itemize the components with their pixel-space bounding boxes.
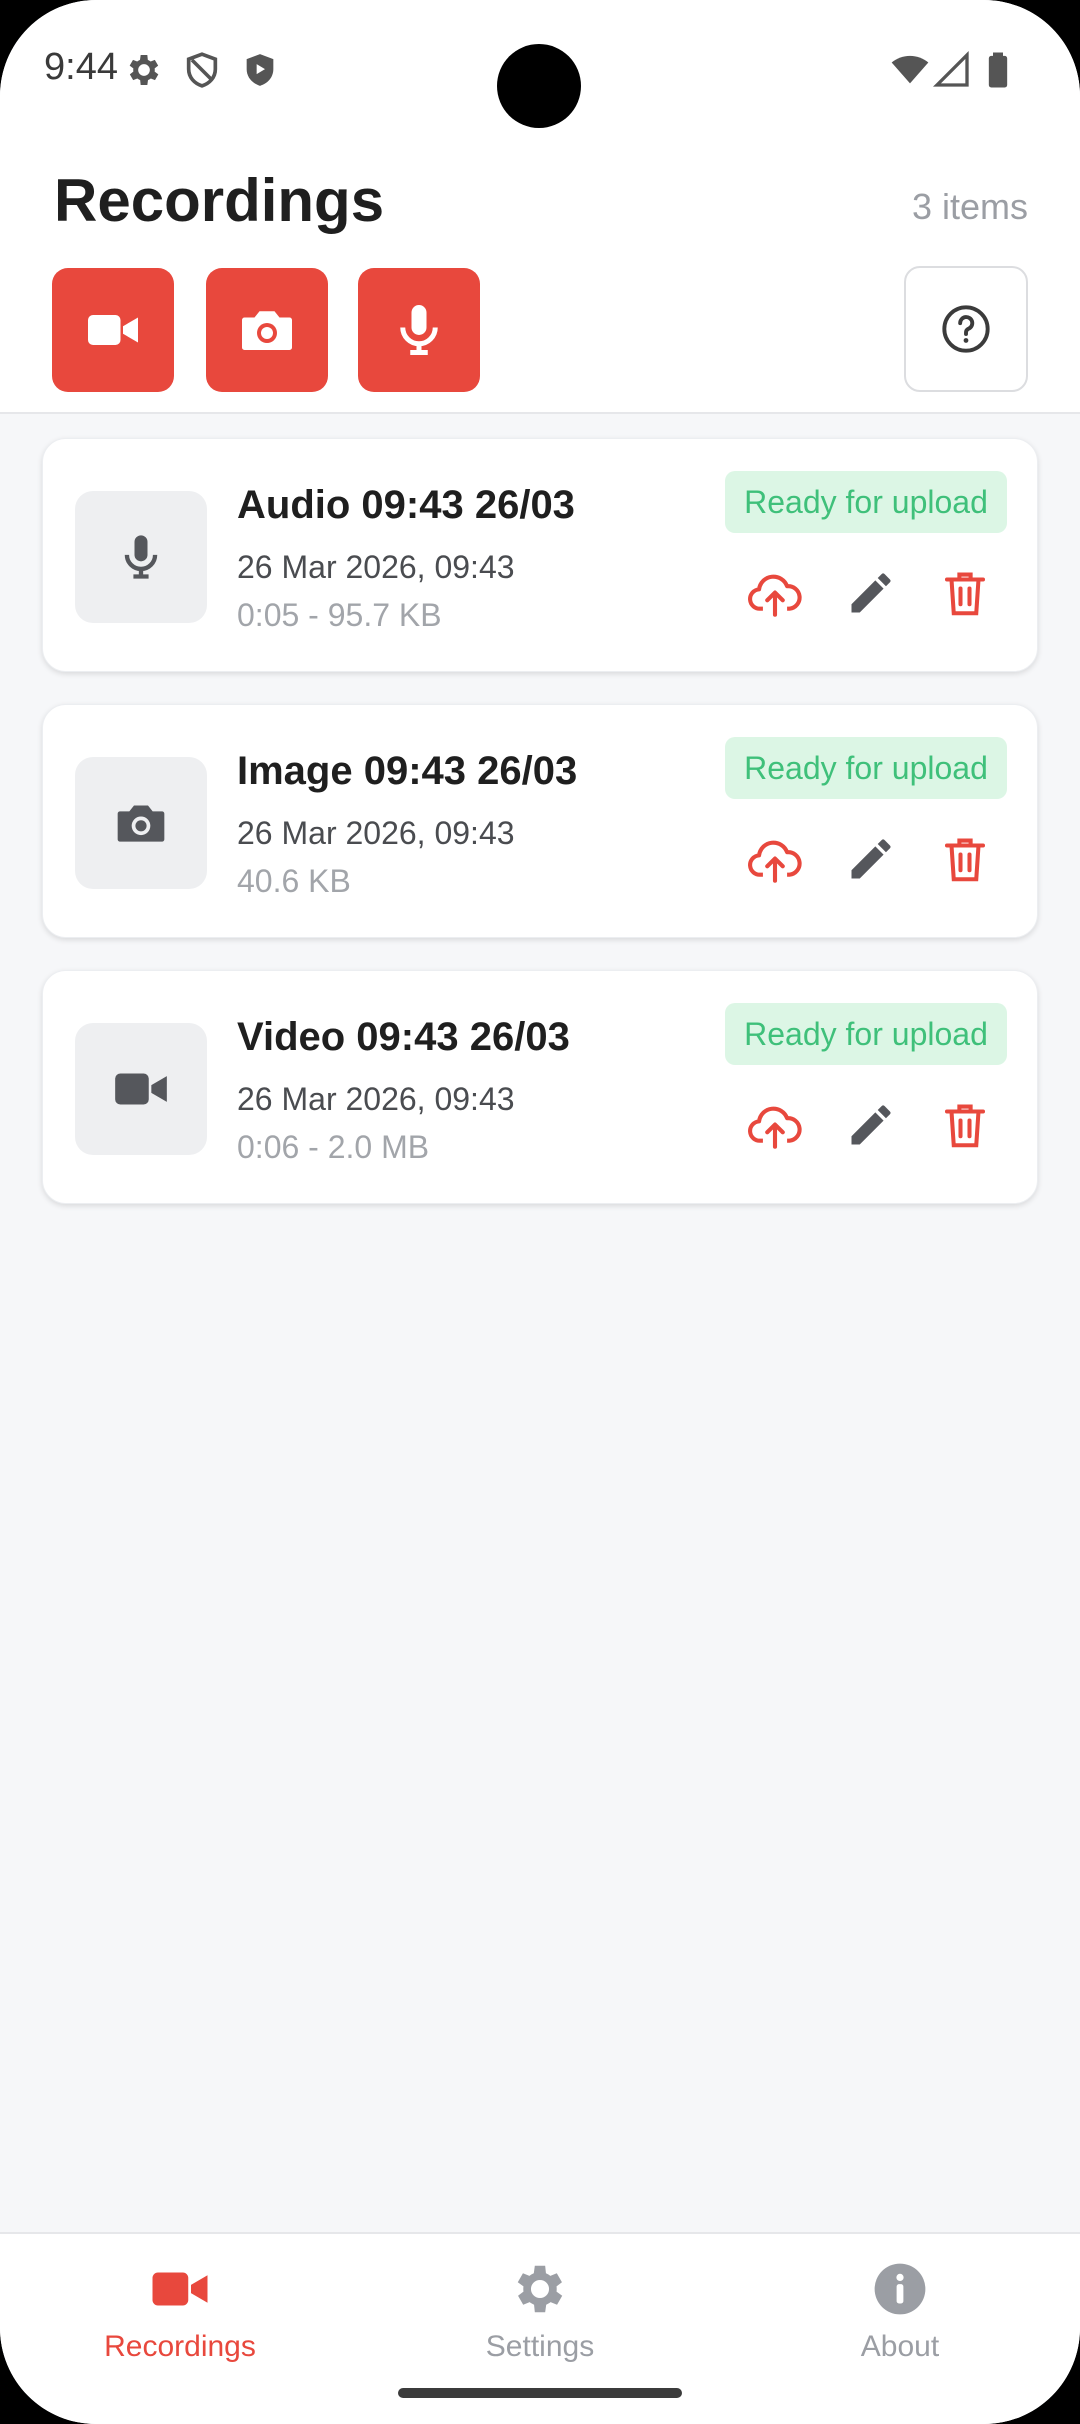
trash-icon	[944, 838, 986, 882]
upload-button[interactable]	[743, 1093, 807, 1157]
trash-icon	[944, 572, 986, 616]
status-badge: Ready for upload	[725, 737, 1007, 799]
upload-button[interactable]	[743, 561, 807, 625]
video-camera-icon	[152, 2272, 208, 2306]
status-badge: Ready for upload	[725, 471, 1007, 533]
gear-icon	[129, 55, 159, 85]
page-title: Recordings	[54, 167, 385, 234]
status-badge: Ready for upload	[725, 1003, 1007, 1065]
edit-button[interactable]	[839, 561, 903, 625]
pencil-icon	[851, 839, 891, 879]
recording-date: 26 Mar 2026, 09:43	[237, 815, 515, 851]
video-camera-icon	[115, 1073, 167, 1105]
edit-button[interactable]	[839, 1093, 903, 1157]
nav-item-settings[interactable]: Settings	[360, 2234, 720, 2384]
recording-meta: 0:05 - 95.7 KB	[237, 597, 442, 633]
recording-title: Audio 09:43 26/03	[237, 483, 575, 527]
item-count: 3 items	[911, 186, 1028, 227]
recording-date: 26 Mar 2026, 09:43	[237, 549, 515, 585]
microphone-icon	[400, 305, 438, 355]
nav-item-about[interactable]: About	[720, 2234, 1080, 2384]
nav-label-about: About	[860, 2330, 940, 2363]
recording-card[interactable]: Video 09:43 26/03 26 Mar 2026, 09:43 0:0…	[42, 970, 1038, 1204]
cloud-upload-icon	[748, 1106, 802, 1149]
status-time: 9:44	[44, 46, 118, 88]
record-audio-button[interactable]	[358, 268, 480, 392]
microphone-icon	[124, 535, 158, 579]
help-circle-icon	[942, 305, 990, 353]
home-indicator	[398, 2388, 682, 2398]
delete-button[interactable]	[933, 561, 997, 625]
app-screen: 9:44 Recordings 3 items Audio 09:43 26/0…	[0, 0, 1080, 2424]
take-photo-button[interactable]	[206, 268, 328, 392]
video-camera-icon	[88, 315, 138, 345]
recording-card[interactable]: Image 09:43 26/03 26 Mar 2026, 09:43 40.…	[42, 704, 1038, 938]
gear-icon	[517, 2265, 563, 2313]
camera-cutout	[497, 44, 581, 128]
recording-title: Image 09:43 26/03	[237, 749, 578, 793]
cloud-upload-icon	[748, 840, 802, 883]
recording-card[interactable]: Audio 09:43 26/03 26 Mar 2026, 09:43 0:0…	[42, 438, 1038, 672]
recording-thumbnail	[75, 757, 207, 889]
battery-icon	[988, 52, 1008, 88]
pencil-icon	[851, 1105, 891, 1145]
record-video-button[interactable]	[52, 268, 174, 392]
pencil-icon	[851, 573, 891, 613]
recording-meta: 0:06 - 2.0 MB	[237, 1129, 430, 1165]
recording-thumbnail	[75, 1023, 207, 1155]
help-button[interactable]	[904, 266, 1028, 392]
status-bar: 9:44	[0, 0, 1080, 140]
shield-outline-icon	[186, 52, 218, 88]
camera-icon	[117, 805, 165, 842]
recording-date: 26 Mar 2026, 09:43	[237, 1081, 515, 1117]
info-icon	[874, 2263, 926, 2315]
shield-filled-icon	[246, 54, 274, 86]
recording-title: Video 09:43 26/03	[237, 1015, 570, 1059]
trash-icon	[944, 1104, 986, 1148]
signal-icon	[932, 50, 969, 87]
cloud-upload-icon	[748, 574, 802, 617]
nav-item-recordings[interactable]: Recordings	[0, 2234, 360, 2384]
upload-button[interactable]	[743, 827, 807, 891]
nav-label-recordings: Recordings	[104, 2330, 256, 2363]
recording-meta: 40.6 KB	[237, 863, 351, 899]
recording-thumbnail	[75, 491, 207, 623]
camera-icon	[242, 311, 292, 350]
delete-button[interactable]	[933, 1093, 997, 1157]
edit-button[interactable]	[839, 827, 903, 891]
wifi-icon	[891, 55, 929, 84]
delete-button[interactable]	[933, 827, 997, 891]
nav-label-settings: Settings	[485, 2330, 595, 2363]
